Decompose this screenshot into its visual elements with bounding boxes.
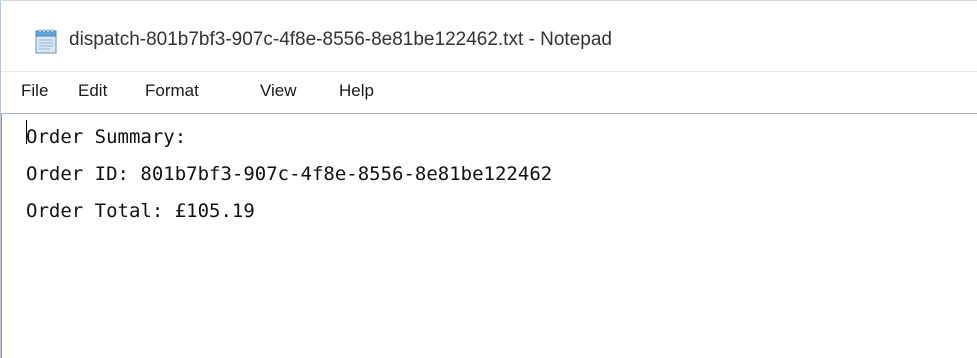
- text-editor-area[interactable]: Order Summary: Order ID: 801b7bf3-907c-4…: [1, 113, 977, 358]
- menu-help[interactable]: Help: [339, 81, 374, 101]
- menu-bar: File Edit Format View Help: [1, 71, 977, 111]
- notepad-icon: [34, 28, 59, 54]
- document-line: Order Summary:: [26, 126, 187, 148]
- window-title: dispatch-801b7bf3-907c-4f8e-8556-8e81be1…: [69, 29, 612, 50]
- notepad-window: dispatch-801b7bf3-907c-4f8e-8556-8e81be1…: [0, 0, 977, 358]
- menu-edit[interactable]: Edit: [78, 81, 107, 101]
- document-line: Order ID: 801b7bf3-907c-4f8e-8556-8e81be…: [26, 163, 553, 185]
- menu-view[interactable]: View: [260, 81, 297, 101]
- document-line: Order Total: £105.19: [26, 200, 255, 222]
- menu-file[interactable]: File: [21, 81, 48, 101]
- menu-format[interactable]: Format: [145, 81, 199, 101]
- title-bar[interactable]: dispatch-801b7bf3-907c-4f8e-8556-8e81be1…: [1, 1, 977, 71]
